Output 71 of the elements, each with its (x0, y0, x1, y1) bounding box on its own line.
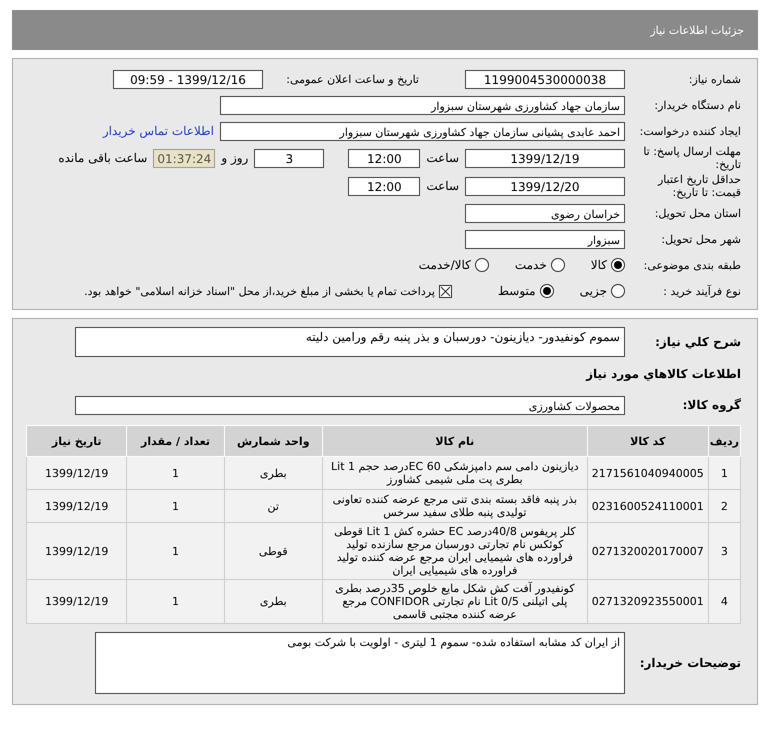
time-label: ساعت (426, 151, 459, 165)
validity-time-field: 12:00 (348, 176, 420, 196)
column-header: کد کالا (587, 426, 708, 456)
field-label: نوع فرآیند خرید : (662, 284, 741, 298)
field-label: توضیحات خریدار: (638, 656, 741, 670)
requester-field: احمد عابدی پشیانی سازمان جهاد کشاورزی شهرستان سبزوار (220, 122, 625, 140)
column-header: نام کالا (322, 426, 588, 456)
table-cell: 0271320020170007 (587, 522, 708, 580)
table-cell: دیازینون دامی سم دامپزشکی EC 60درصد حجم Lit 1 بطری پت ملی شیمی کشاورز (322, 456, 588, 490)
section-title: اطلاعات کالاهاي مورد نياز (584, 367, 741, 381)
category-radio[interactable]: کالا/خدمت (418, 258, 489, 272)
field-label: تاریخ و ساعت اعلان عمومی: (285, 72, 419, 86)
table-cell: 0271320923550001 (587, 580, 708, 624)
table-cell: قوطی (224, 522, 322, 580)
field-label: شهر محل تحویل: (660, 232, 741, 246)
process-radio[interactable]: متوسط (498, 284, 554, 298)
buyer-notes-field: از ایران کد مشابه استفاده شده- سموم 1 لیتری - اولویت با شرکت بومی (95, 632, 625, 694)
field-label: نام دستگاه خریدار: (653, 98, 741, 112)
validity-date-field: 1399/12/20 (465, 176, 625, 196)
buyer-contact-link[interactable]: اطلاعات تماس خریدار (102, 124, 214, 138)
need-number-field: 1199004530000038 (465, 70, 625, 88)
time-label: ساعت (426, 179, 459, 193)
table-cell: 0231600524110001 (587, 490, 708, 522)
column-header: واحد شمارش (224, 426, 322, 456)
header-title: جزئیات اطلاعات نیاز (650, 24, 744, 36)
deadline-time-field: 12:00 (348, 148, 420, 168)
table-cell: 1399/12/19 (26, 456, 127, 490)
table-cell: تن (224, 490, 322, 522)
goods-group-field: محصولات کشاورزی (75, 396, 625, 414)
announce-date-field: 1399/12/16 - 09:59 (113, 70, 263, 88)
buyer-org-field: سازمان جهاد کشاورزی شهرستان سبزوار (220, 96, 625, 114)
table-cell: 1399/12/19 (26, 490, 127, 522)
table-cell: 1 (126, 580, 224, 624)
days-label: روز و (221, 151, 248, 165)
table-cell: 1 (126, 456, 224, 490)
field-label: حداقل تاریخ اعتبار قیمت: تا تاریخ: (656, 173, 741, 199)
category-radio[interactable]: خدمت (514, 258, 565, 272)
column-header: ردیف (708, 426, 740, 456)
table-cell: 3 (708, 522, 740, 580)
table-cell: 1 (126, 522, 224, 580)
table-cell: 1 (708, 456, 740, 490)
category-radio[interactable]: کالا (590, 258, 625, 272)
column-header: تعداد / مقدار (126, 426, 224, 456)
deadline-date-field: 1399/12/19 (465, 148, 625, 168)
field-label: طبقه بندی موضوعی: (642, 258, 741, 272)
table-cell: کلر پریفوس 40/8درصد EC حشره کش Lit 1 قوطی کوئکس نام تجارتی دورسبان مرجع سازنده تولید فراورده های شیمیایی ایران مرجع عرضه کننده تولید فراورده های شیمیایی ایران (322, 522, 588, 580)
table-cell: 4 (708, 580, 740, 624)
field-label: استان محل تحویل: (654, 206, 741, 220)
table-cell: 2171561040940005 (587, 456, 708, 490)
description-field: سموم کونفیدور- دیازینون- دورسبان و بذر پنبه رقم ورامین دلیته (75, 327, 625, 357)
table-cell: بطری (224, 580, 322, 624)
table-cell: 1 (126, 490, 224, 522)
field-label: ایجاد کننده درخواست: (638, 124, 741, 138)
table-cell: بذر پنبه فاقد بسته بندی تنی مرجع عرضه کننده تعاونی تولیدی پنبه طلای سفید سرخس (322, 490, 588, 522)
field-label: مهلت ارسال پاسخ: تا تاریخ: (642, 145, 741, 171)
province-field: خراسان رضوی (465, 204, 625, 222)
process-radio[interactable]: جزیی (580, 284, 625, 298)
column-header: تاریخ نیاز (26, 426, 127, 456)
remaining-label: ساعت باقی مانده (58, 151, 148, 165)
days-field: 3 (254, 148, 324, 168)
table-cell: بطری (224, 456, 322, 490)
remaining-time-field: 01:37:24 (153, 148, 216, 168)
table-cell: 1399/12/19 (26, 580, 127, 624)
table-cell: 1399/12/19 (26, 522, 127, 580)
treasury-payment-checkbox[interactable]: پرداخت تمام یا بخشی از مبلغ خرید،از محل "اسناد خزانه اسلامی" خواهد بود. (84, 284, 452, 298)
city-field: سبزوار (465, 230, 625, 248)
field-label: شماره نیاز: (688, 72, 741, 86)
table-cell: 2 (708, 490, 740, 522)
field-label: گروه کالا: (682, 398, 741, 412)
table-cell: کونفیدور آفت کش شکل مایع خلوص 35درصد بطری پلی اتیلنی Lit 0/5 نام تجارتی CONFIDOR مرجع عرضه کننده مجتبی قاسمی (322, 580, 588, 624)
field-label: شرح کلي نياز: (654, 336, 741, 348)
